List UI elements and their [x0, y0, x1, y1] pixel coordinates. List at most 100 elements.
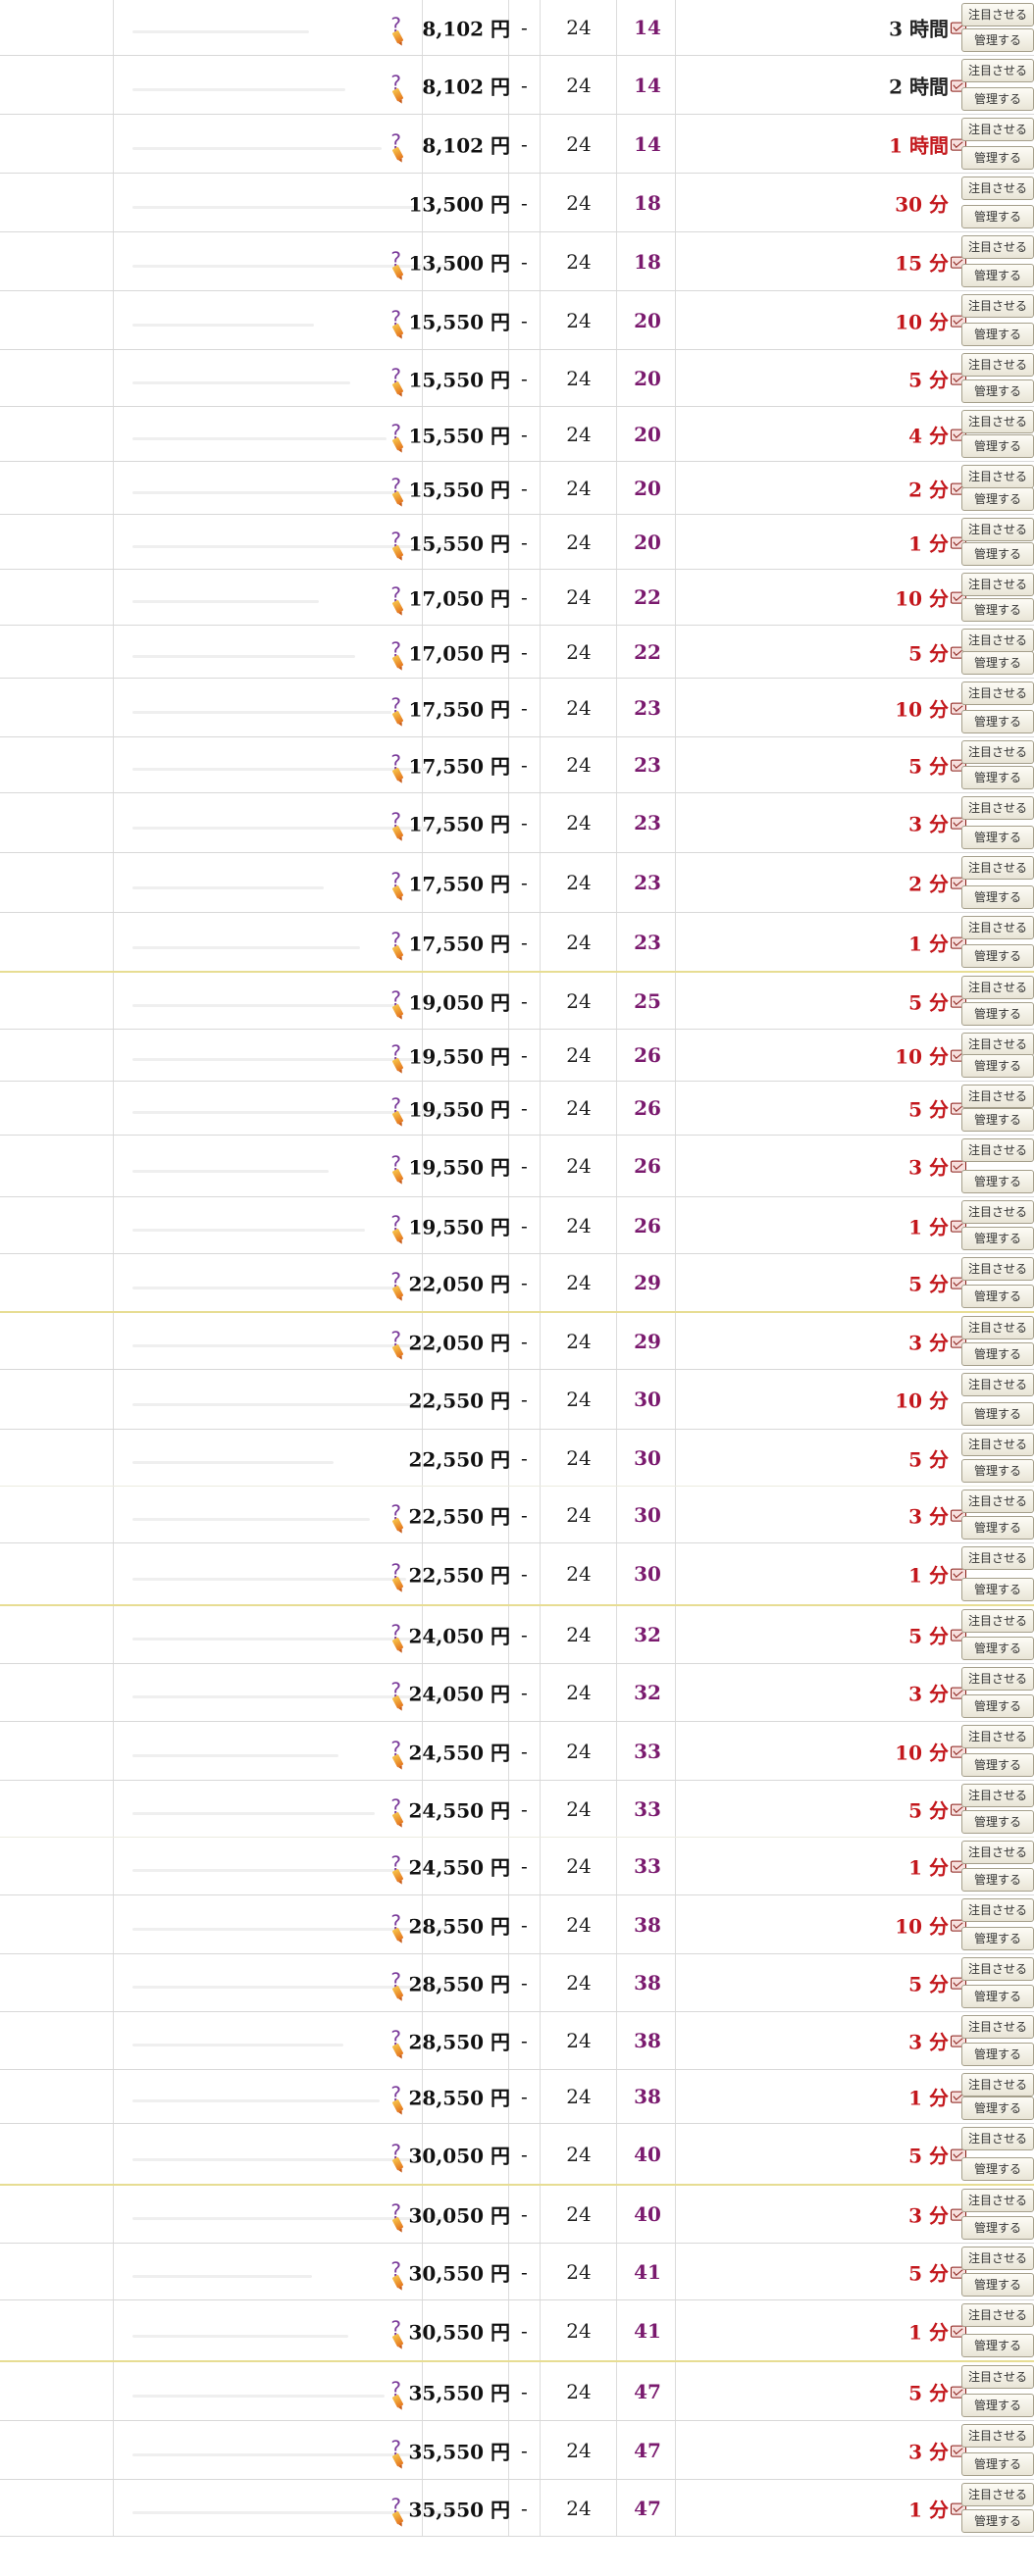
pencil-icon[interactable] — [391, 599, 404, 614]
manage-button[interactable]: 管理する — [961, 1694, 1034, 1718]
pencil-icon[interactable] — [391, 2394, 404, 2408]
bid-count[interactable]: 30 — [630, 1562, 665, 1586]
bid-count[interactable]: 20 — [630, 309, 665, 332]
manage-button[interactable]: 管理する — [961, 264, 1034, 287]
watch-button[interactable]: 注目させる — [961, 410, 1034, 433]
watch-button[interactable]: 注目させる — [961, 740, 1034, 764]
watch-button[interactable]: 注目させる — [961, 2424, 1034, 2448]
pencil-icon[interactable] — [391, 29, 404, 44]
watch-button[interactable]: 注目させる — [961, 629, 1034, 652]
watch-button[interactable]: 注目させる — [961, 682, 1034, 705]
pencil-icon[interactable] — [391, 436, 404, 451]
watch-button[interactable]: 注目させる — [961, 1257, 1034, 1281]
manage-button[interactable]: 管理する — [961, 2043, 1034, 2066]
watch-button[interactable]: 注目させる — [961, 1725, 1034, 1748]
manage-button[interactable]: 管理する — [961, 323, 1034, 346]
pencil-icon[interactable] — [391, 2098, 404, 2113]
manage-button[interactable]: 管理する — [961, 944, 1034, 968]
pencil-icon[interactable] — [391, 2043, 404, 2057]
pencil-icon[interactable] — [391, 146, 404, 161]
watch-button[interactable]: 注目させる — [961, 856, 1034, 880]
bid-count[interactable]: 23 — [630, 753, 665, 777]
bid-count[interactable]: 47 — [630, 2380, 665, 2403]
watch-button[interactable]: 注目させる — [961, 1784, 1034, 1807]
manage-button[interactable]: 管理する — [961, 1516, 1034, 1540]
manage-button[interactable]: 管理する — [961, 1342, 1034, 1366]
watch-button[interactable]: 注目させる — [961, 1667, 1034, 1691]
watch-button[interactable]: 注目させる — [961, 1373, 1034, 1396]
manage-button[interactable]: 管理する — [961, 28, 1034, 52]
manage-button[interactable]: 管理する — [961, 1927, 1034, 1950]
bid-count[interactable]: 38 — [630, 2029, 665, 2052]
watch-button[interactable]: 注目させる — [961, 1085, 1034, 1108]
bid-count[interactable]: 26 — [630, 1154, 665, 1178]
pencil-icon[interactable] — [391, 1517, 404, 1532]
pencil-icon[interactable] — [391, 1003, 404, 1018]
watch-button[interactable]: 注目させる — [961, 1033, 1034, 1056]
watch-button[interactable]: 注目させる — [961, 2247, 1034, 2270]
manage-button[interactable]: 管理する — [961, 2157, 1034, 2181]
bid-count[interactable]: 40 — [630, 2143, 665, 2166]
manage-button[interactable]: 管理する — [961, 826, 1034, 849]
bid-count[interactable]: 33 — [630, 1740, 665, 1763]
watch-button[interactable]: 注目させる — [961, 2189, 1034, 2212]
manage-button[interactable]: 管理する — [961, 87, 1034, 111]
watch-button[interactable]: 注目させる — [961, 916, 1034, 939]
watch-button[interactable]: 注目させる — [961, 3, 1034, 26]
manage-button[interactable]: 管理する — [961, 1227, 1034, 1250]
bid-count[interactable]: 23 — [630, 871, 665, 894]
manage-button[interactable]: 管理する — [961, 598, 1034, 622]
manage-button[interactable]: 管理する — [961, 1459, 1034, 1483]
watch-button[interactable]: 注目させる — [961, 1609, 1034, 1633]
bid-count[interactable]: 26 — [630, 1214, 665, 1237]
watch-button[interactable]: 注目させる — [961, 1898, 1034, 1922]
watch-button[interactable]: 注目させる — [961, 235, 1034, 259]
manage-button[interactable]: 管理する — [961, 1170, 1034, 1193]
pencil-icon[interactable] — [391, 323, 404, 337]
bid-count[interactable]: 47 — [630, 2439, 665, 2462]
manage-button[interactable]: 管理する — [961, 2452, 1034, 2476]
manage-button[interactable]: 管理する — [961, 1637, 1034, 1660]
pencil-icon[interactable] — [391, 1228, 404, 1242]
bid-count[interactable]: 25 — [630, 989, 665, 1013]
manage-button[interactable]: 管理する — [961, 487, 1034, 511]
manage-button[interactable]: 管理する — [961, 1002, 1034, 1026]
bid-count[interactable]: 41 — [630, 2260, 665, 2284]
watch-button[interactable]: 注目させる — [961, 1957, 1034, 1981]
manage-button[interactable]: 管理する — [961, 1753, 1034, 1777]
manage-button[interactable]: 管理する — [961, 205, 1034, 228]
pencil-icon[interactable] — [391, 1811, 404, 1826]
watch-button[interactable]: 注目させる — [961, 1433, 1034, 1456]
manage-button[interactable]: 管理する — [961, 1402, 1034, 1426]
manage-button[interactable]: 管理する — [961, 1054, 1034, 1078]
manage-button[interactable]: 管理する — [961, 2394, 1034, 2417]
watch-button[interactable]: 注目させる — [961, 177, 1034, 200]
bid-count[interactable]: 20 — [630, 423, 665, 446]
bid-count[interactable]: 30 — [630, 1503, 665, 1527]
manage-button[interactable]: 管理する — [961, 542, 1034, 566]
manage-button[interactable]: 管理する — [961, 651, 1034, 675]
bid-count[interactable]: 30 — [630, 1388, 665, 1411]
manage-button[interactable]: 管理する — [961, 2096, 1034, 2120]
watch-button[interactable]: 注目させる — [961, 2073, 1034, 2096]
manage-button[interactable]: 管理する — [961, 766, 1034, 789]
manage-button[interactable]: 管理する — [961, 1108, 1034, 1132]
watch-button[interactable]: 注目させる — [961, 1200, 1034, 1224]
manage-button[interactable]: 管理する — [961, 1578, 1034, 1601]
watch-button[interactable]: 注目させる — [961, 796, 1034, 820]
manage-button[interactable]: 管理する — [961, 146, 1034, 170]
watch-button[interactable]: 注目させる — [961, 1546, 1034, 1570]
bid-count[interactable]: 20 — [630, 477, 665, 500]
manage-button[interactable]: 管理する — [961, 2509, 1034, 2533]
pencil-icon[interactable] — [391, 1168, 404, 1183]
bid-count[interactable]: 47 — [630, 2497, 665, 2520]
manage-button[interactable]: 管理する — [961, 1868, 1034, 1892]
watch-button[interactable]: 注目させる — [961, 465, 1034, 488]
watch-button[interactable]: 注目させる — [961, 1490, 1034, 1513]
bid-count[interactable]: 41 — [630, 2319, 665, 2343]
pencil-icon[interactable] — [391, 380, 404, 395]
bid-count[interactable]: 20 — [630, 367, 665, 390]
pencil-icon[interactable] — [391, 944, 404, 959]
watch-button[interactable]: 注目させる — [961, 2483, 1034, 2506]
manage-button[interactable]: 管理する — [961, 710, 1034, 733]
